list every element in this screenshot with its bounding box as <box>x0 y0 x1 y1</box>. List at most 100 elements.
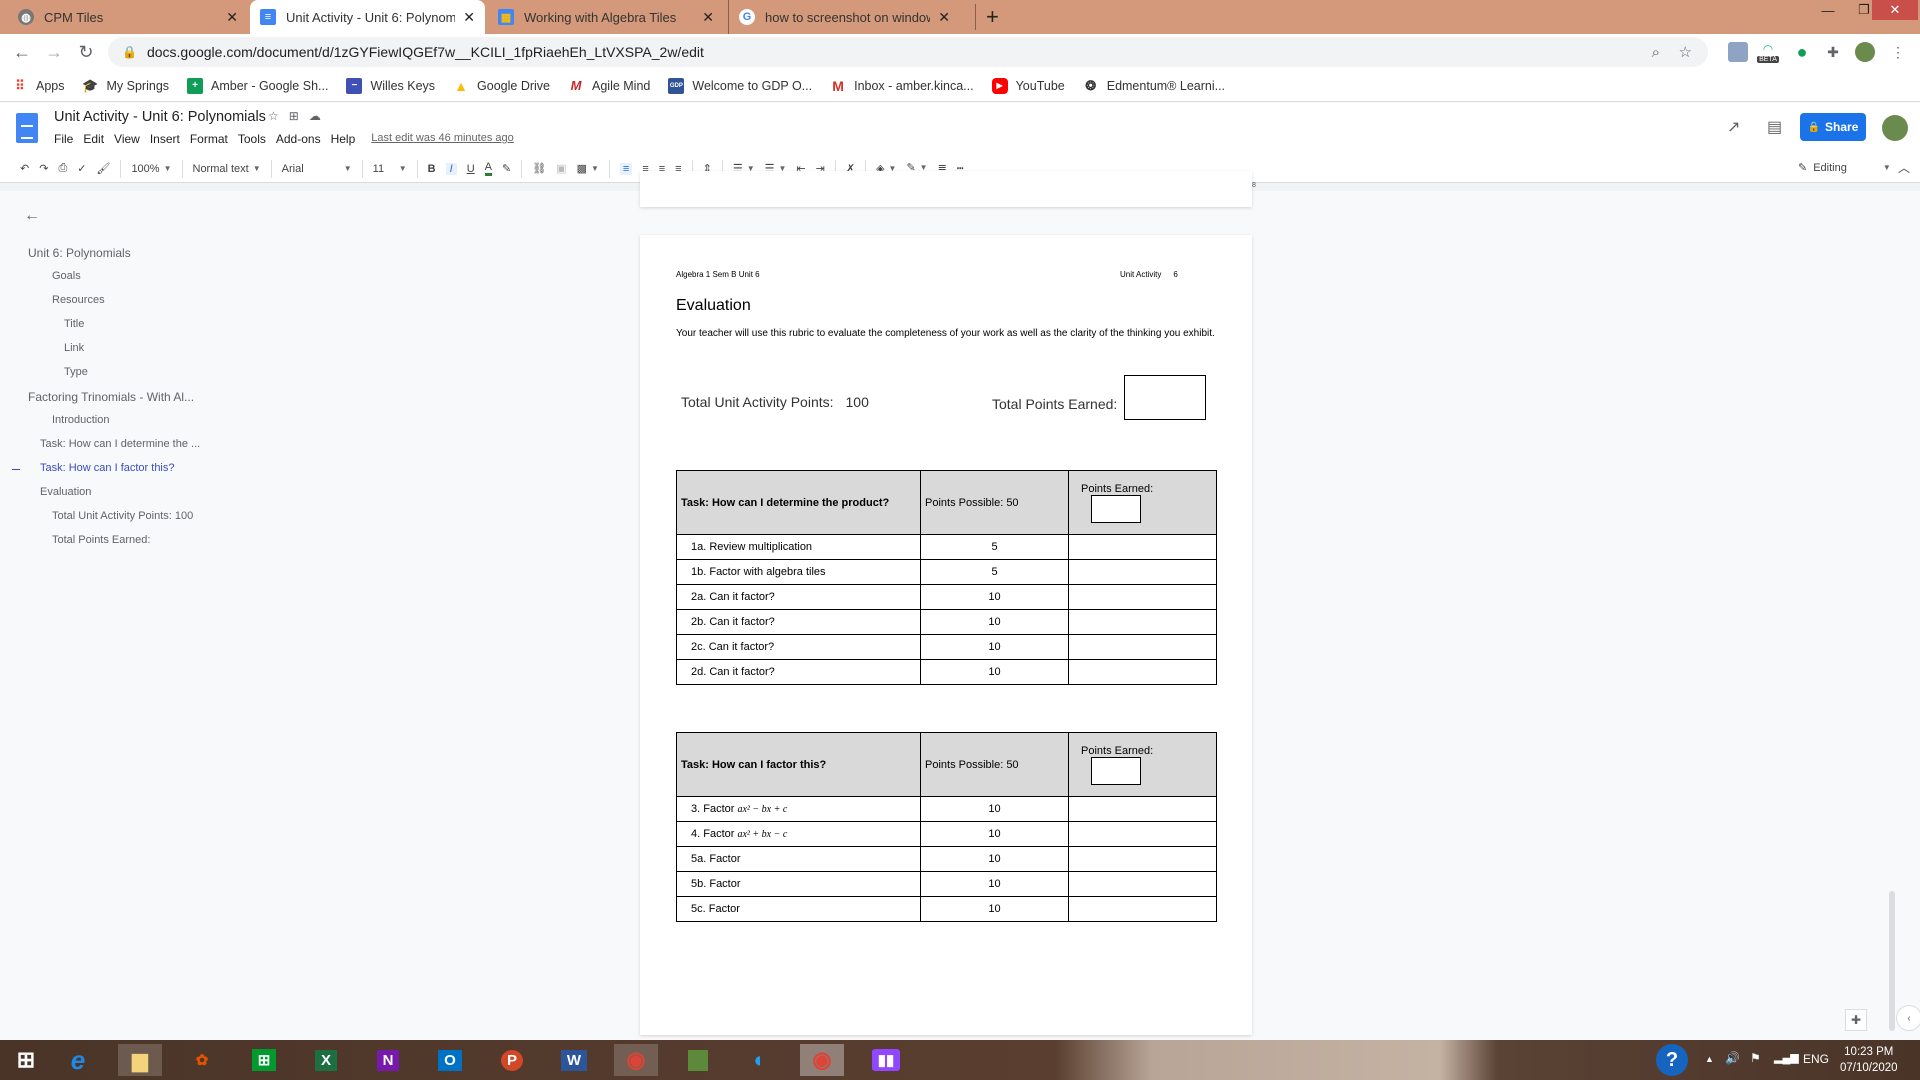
rubric-earned-cell[interactable] <box>1068 659 1217 685</box>
bookmark-edmentum[interactable]: ❂ Edmentum® Learni... <box>1083 78 1225 94</box>
rubric-earned-cell[interactable] <box>1068 584 1217 610</box>
microsoft-store-icon[interactable]: ⊞ <box>251 1049 277 1071</box>
star-icon[interactable]: ☆ <box>268 109 279 123</box>
editing-mode-select[interactable]: ✎ Editing ▼ <box>1798 161 1891 175</box>
reload-button[interactable]: ↻ <box>74 40 98 64</box>
help-icon[interactable]: ? <box>1656 1044 1688 1076</box>
tab-how-to-screenshot[interactable]: G how to screenshot on windows 8 ✕ <box>728 0 960 34</box>
minecraft-icon[interactable] <box>687 1049 709 1071</box>
explore-button[interactable]: ✚ <box>1845 1009 1867 1031</box>
outline-item[interactable]: Factoring Trinomials - With Al... <box>28 390 194 404</box>
comments-icon[interactable]: ▤ <box>1767 117 1782 137</box>
collapse-menus-icon[interactable]: ︿ <box>1898 159 1910 176</box>
chrome-profile-icon[interactable]: ◉ <box>614 1044 658 1076</box>
bookmark-youtube[interactable]: ▶ YouTube <box>991 77 1065 94</box>
outline-item[interactable]: Goals <box>52 270 81 282</box>
paint-format-icon[interactable]: 🖌 <box>96 162 110 175</box>
rubric-earned-cell[interactable] <box>1068 821 1217 847</box>
outline-item[interactable]: Task: How can I factor this? <box>40 462 175 474</box>
extensions-puzzle-icon[interactable]: ✚ <box>1823 42 1843 62</box>
rubric-earned-cell[interactable] <box>1068 609 1217 635</box>
rubric-earned-cell[interactable] <box>1068 871 1217 897</box>
menu-view[interactable]: View <box>114 132 140 146</box>
text-color-button[interactable]: A <box>484 161 492 176</box>
rubric-earned-cell[interactable] <box>1068 534 1217 560</box>
new-tab-button[interactable]: + <box>975 4 999 30</box>
document-title[interactable]: Unit Activity - Unit 6: Polynomials <box>54 109 266 125</box>
outline-item[interactable]: Title <box>64 318 84 330</box>
excel-icon[interactable]: X <box>314 1049 337 1071</box>
onenote-icon[interactable]: N <box>376 1049 400 1071</box>
font-size-select[interactable]: 11 ▼ <box>373 163 407 175</box>
vertical-scrollbar[interactable] <box>1889 891 1895 1031</box>
close-tab-icon[interactable]: ✕ <box>226 9 238 26</box>
show-hidden-icons[interactable]: ▲ <box>1705 1054 1714 1064</box>
outline-item[interactable]: Link <box>64 342 84 354</box>
outline-item[interactable]: Total Points Earned: <box>52 534 150 546</box>
menu-edit[interactable]: Edit <box>83 132 104 146</box>
outline-item[interactable]: Evaluation <box>40 486 91 498</box>
close-tab-icon[interactable]: ✕ <box>463 9 475 26</box>
bookmark-amber-sheets[interactable]: + Amber - Google Sh... <box>187 77 328 94</box>
grammarly-beta-icon[interactable]: ◠ BETA <box>1757 42 1779 63</box>
forward-button[interactable]: → <box>42 40 66 64</box>
tab-algebra-tiles[interactable]: ▦ Working with Algebra Tiles ✕ <box>488 0 724 34</box>
menu-help[interactable]: Help <box>331 132 356 146</box>
account-avatar[interactable] <box>1882 115 1908 141</box>
move-folder-icon[interactable]: ⊞ <box>289 109 299 123</box>
zoom-select[interactable]: 100% ▼ <box>131 163 171 175</box>
link-icon[interactable]: ⛓ <box>532 162 546 175</box>
font-select[interactable]: Arial ▼ <box>282 163 352 175</box>
undo-icon[interactable]: ↶ <box>20 162 29 175</box>
close-window-button[interactable]: ✕ <box>1872 0 1918 20</box>
close-outline-arrow-icon[interactable]: ← <box>24 207 40 225</box>
side-panel-toggle[interactable]: ‹ <box>1896 1005 1920 1031</box>
outline-item[interactable]: Resources <box>52 294 105 306</box>
comment-add-icon[interactable]: ▣ <box>556 162 566 175</box>
highlight-icon[interactable]: ✎ <box>502 162 511 175</box>
style-select[interactable]: Normal text ▼ <box>193 163 261 175</box>
activity-trend-icon[interactable]: ↗ <box>1727 117 1740 137</box>
menu-file[interactable]: File <box>54 132 73 146</box>
rubric-earned-cell[interactable] <box>1068 634 1217 660</box>
game-app-icon[interactable]: ✿ <box>180 1044 224 1076</box>
spellcheck-icon[interactable]: ✓ <box>77 162 86 175</box>
internet-explorer-icon[interactable]: e <box>56 1044 100 1076</box>
word-icon[interactable]: W <box>560 1049 588 1071</box>
bookmark-my-springs[interactable]: 🎓 My Springs <box>82 78 169 94</box>
outline-item[interactable]: Task: How can I determine the ... <box>40 438 200 450</box>
file-explorer-icon[interactable]: ▆ <box>118 1044 162 1076</box>
insert-image-icon[interactable]: ▩ ▼ <box>577 162 599 175</box>
edge-icon[interactable]: ◐ <box>738 1044 782 1076</box>
menu-format[interactable]: Format <box>190 132 228 146</box>
italic-button[interactable]: I <box>445 162 457 175</box>
bookmark-agile-mind[interactable]: M Agile Mind <box>568 78 651 94</box>
volume-icon[interactable]: 🔊 <box>1725 1051 1740 1065</box>
bold-button[interactable]: B <box>428 163 436 175</box>
outline-item[interactable]: Introduction <box>52 414 109 426</box>
close-tab-icon[interactable]: ✕ <box>702 9 714 26</box>
menu-addons[interactable]: Add-ons <box>276 132 321 146</box>
bookmark-star-icon[interactable]: ☆ <box>1679 43 1692 61</box>
hangouts-icon[interactable]: ● <box>1792 42 1812 62</box>
profile-avatar[interactable] <box>1855 42 1875 62</box>
share-button[interactable]: 🔒 Share <box>1800 113 1866 141</box>
address-bar[interactable]: 🔒 docs.google.com/document/d/1zGYFiewIQG… <box>108 37 1708 67</box>
last-edit-link[interactable]: Last edit was 46 minutes ago <box>371 132 513 146</box>
total-earned-input[interactable] <box>1124 375 1206 420</box>
cloud-saved-icon[interactable]: ☁ <box>309 109 321 123</box>
language-indicator[interactable]: ENG <box>1803 1052 1829 1066</box>
outlook-icon[interactable]: O <box>438 1049 462 1071</box>
action-center-flag-icon[interactable]: ⚑ <box>1750 1051 1761 1065</box>
points-earned-input[interactable] <box>1091 494 1141 523</box>
start-button[interactable]: ⊞ <box>4 1044 48 1076</box>
outline-item[interactable]: Type <box>64 366 88 378</box>
tab-unit-activity[interactable]: ≡ Unit Activity - Unit 6: Polynomials ✕ <box>250 0 485 34</box>
align-left-icon[interactable]: ≡ <box>619 162 633 175</box>
rubric-earned-cell[interactable] <box>1068 559 1217 585</box>
underline-button[interactable]: U <box>467 163 475 175</box>
rubric-earned-cell[interactable] <box>1068 796 1217 822</box>
rubric-earned-cell[interactable] <box>1068 846 1217 872</box>
points-earned-input[interactable] <box>1091 756 1141 785</box>
bookmark-apps[interactable]: ⠿ Apps <box>12 78 64 94</box>
